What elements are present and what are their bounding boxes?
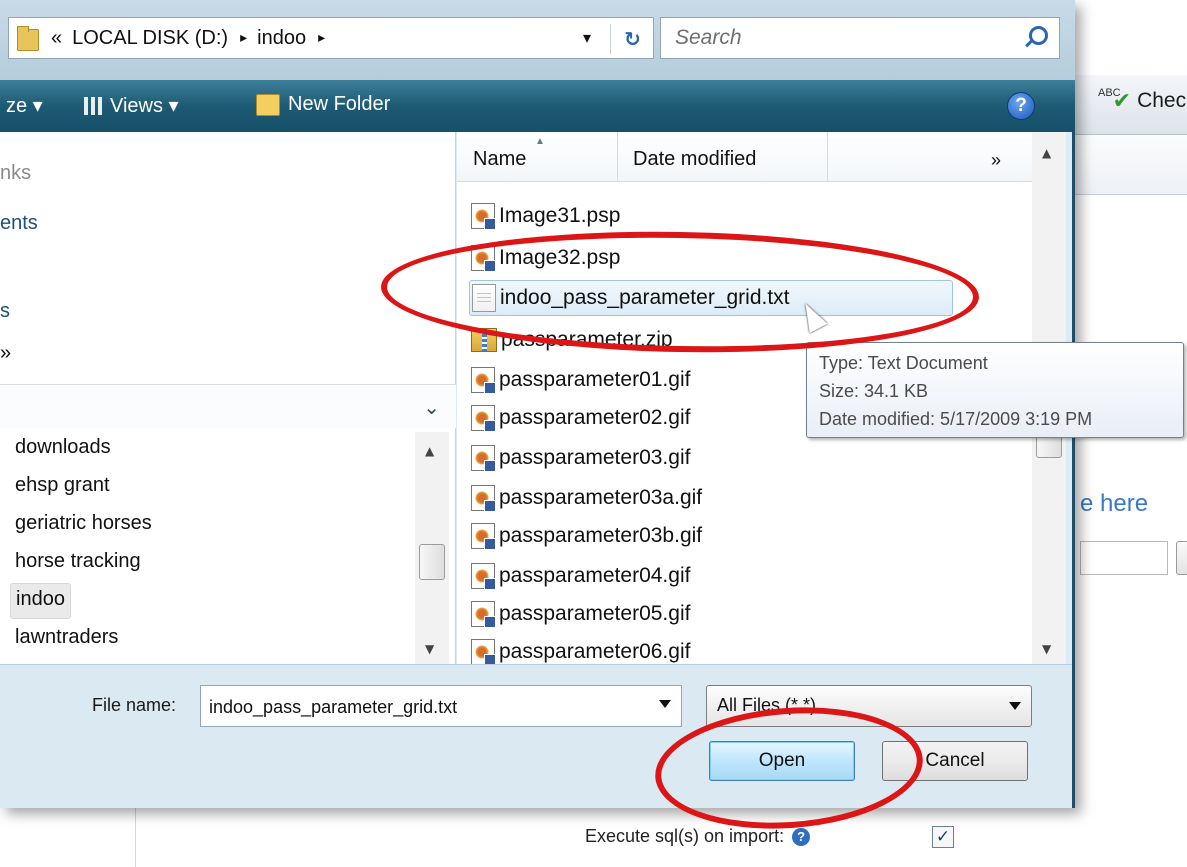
folder-icon — [15, 25, 41, 51]
scroll-up-icon[interactable]: ▲ — [1042, 146, 1051, 160]
file-name: passparameter03b.gif — [499, 524, 703, 547]
new-folder-icon — [256, 93, 280, 116]
folder-scrollbar[interactable]: ▲ ▼ — [415, 432, 449, 664]
nav-link-documents[interactable]: ents — [0, 212, 38, 235]
folder-item-lawntraders[interactable]: lawntraders — [10, 622, 123, 658]
search-input[interactable]: Search — [660, 17, 1060, 59]
folder-item-geriatric-horses[interactable]: geriatric horses — [10, 508, 157, 544]
divider — [135, 808, 136, 867]
views-button[interactable]: Views ▾ — [84, 93, 179, 118]
background-button[interactable] — [1176, 541, 1187, 575]
navigation-pane: nks ents s » ⌄ downloads ehsp grant geri… — [0, 132, 456, 664]
tooltip-size: Size: 34.1 KB — [819, 381, 929, 401]
help-icon[interactable]: ? — [792, 827, 811, 846]
breadcrumb-prefix[interactable]: « — [51, 27, 62, 50]
execute-sql-checkbox[interactable]: ✓ — [932, 826, 954, 848]
column-header-date[interactable]: Date modified — [633, 148, 756, 171]
nav-more-icon[interactable]: » — [0, 342, 11, 365]
file-name: passparameter02.gif — [499, 406, 691, 429]
folder-item-horse-tracking[interactable]: horse tracking — [10, 546, 146, 582]
new-folder-button[interactable]: New Folder — [256, 93, 390, 116]
breadcrumb-folder[interactable]: indoo — [257, 27, 306, 50]
organize-label: ze ▾ — [6, 95, 43, 117]
file-name: passparameter03.gif — [499, 446, 691, 469]
file-item[interactable]: passparameter02.gif — [471, 400, 690, 436]
nav-link-partial[interactable]: s — [0, 300, 10, 323]
favorite-links-header: nks — [0, 162, 32, 184]
new-folder-label: New Folder — [288, 93, 391, 115]
views-icon — [84, 96, 102, 115]
search-icon[interactable] — [1023, 26, 1048, 48]
image-file-icon — [471, 639, 496, 666]
breadcrumb-drive[interactable]: LOCAL DISK (D:) — [72, 27, 228, 50]
file-name-label: File name: — [92, 695, 177, 715]
file-item[interactable]: passparameter01.gif — [471, 362, 690, 398]
scroll-down-icon[interactable]: ▼ — [425, 642, 434, 656]
execute-sql-label: Execute sql(s) on import: — [585, 826, 785, 846]
file-name: passparameter03a.gif — [499, 486, 703, 509]
file-item[interactable]: passparameter03b.gif — [471, 518, 702, 554]
scroll-thumb[interactable] — [419, 544, 445, 580]
search-placeholder: Search — [675, 26, 742, 49]
views-label: Views ▾ — [110, 95, 179, 117]
help-icon[interactable]: ? — [1007, 92, 1035, 120]
image-file-icon — [471, 563, 496, 590]
breadcrumb-separator-icon[interactable]: ▸ — [318, 30, 325, 46]
address-bar-row: « LOCAL DISK (D:) ▸ indoo ▸ ▾ ↻ Search — [0, 0, 1075, 80]
file-info-tooltip: Type: Text Document Size: 34.1 KB Date m… — [806, 342, 1184, 438]
file-name-value: indoo_pass_parameter_grid.txt — [209, 697, 458, 717]
file-name: passparameter06.gif — [499, 640, 691, 663]
image-file-icon — [471, 523, 496, 550]
file-name: passparameter05.gif — [499, 602, 691, 625]
refresh-icon[interactable]: ↻ — [610, 24, 654, 54]
file-name: passparameter01.gif — [499, 368, 691, 391]
scroll-down-icon[interactable]: ▼ — [1042, 642, 1051, 656]
file-item[interactable]: passparameter03a.gif — [471, 480, 702, 516]
folder-tree: downloads ehsp grant geriatric horses ho… — [0, 432, 410, 664]
file-item[interactable]: Image31.psp — [471, 198, 620, 234]
organize-button[interactable]: ze ▾ — [6, 93, 43, 118]
chevron-down-icon[interactable] — [659, 700, 671, 708]
column-divider[interactable] — [827, 132, 828, 182]
background-link[interactable]: e here — [1080, 490, 1148, 518]
spellcheck-icon: ABC — [1098, 87, 1121, 99]
file-name: passparameter04.gif — [499, 564, 691, 587]
folder-item-indoo[interactable]: indoo — [10, 583, 71, 619]
file-item[interactable]: passparameter04.gif — [471, 558, 690, 594]
image-file-icon — [471, 601, 496, 628]
image-file-icon — [471, 485, 496, 512]
spellcheck-label: Chec — [1137, 89, 1187, 112]
file-item[interactable]: passparameter03.gif — [471, 440, 690, 476]
breadcrumb-separator-icon[interactable]: ▸ — [240, 30, 247, 46]
address-dropdown-icon[interactable]: ▾ — [583, 28, 591, 47]
image-file-icon — [471, 445, 496, 472]
execute-sql-row: Execute sql(s) on import: ? — [585, 826, 811, 847]
background-input[interactable] — [1080, 541, 1168, 575]
spellcheck-button[interactable]: ABC ✔ Chec — [1098, 87, 1187, 114]
chevron-down-icon[interactable] — [1009, 702, 1021, 710]
file-name: Image31.psp — [499, 204, 621, 227]
more-columns-icon[interactable]: » — [991, 150, 1001, 171]
folder-item-ehsp-grant[interactable]: ehsp grant — [10, 470, 115, 506]
image-file-icon — [471, 203, 496, 230]
chevron-down-icon[interactable]: ⌄ — [423, 395, 440, 419]
file-name-field[interactable]: indoo_pass_parameter_grid.txt — [200, 685, 682, 727]
tooltip-type: Type: Text Document — [819, 353, 988, 373]
image-file-icon — [471, 367, 496, 394]
column-header-row: Name ▲ Date modified » — [457, 132, 1032, 182]
tooltip-date: Date modified: 5/17/2009 3:19 PM — [819, 409, 1093, 429]
address-bar[interactable]: « LOCAL DISK (D:) ▸ indoo ▸ ▾ ↻ — [8, 17, 654, 59]
image-file-icon — [471, 405, 496, 432]
scroll-up-icon[interactable]: ▲ — [425, 444, 434, 458]
column-divider[interactable] — [617, 132, 618, 182]
folder-item-downloads[interactable]: downloads — [10, 432, 116, 468]
folders-header[interactable]: ⌄ — [0, 384, 456, 428]
file-item[interactable]: passparameter05.gif — [471, 596, 690, 632]
sort-ascending-icon: ▲ — [535, 136, 545, 147]
column-header-name[interactable]: Name — [473, 148, 526, 171]
dialog-toolbar: ze ▾ Views ▾ New Folder ? — [0, 80, 1075, 132]
